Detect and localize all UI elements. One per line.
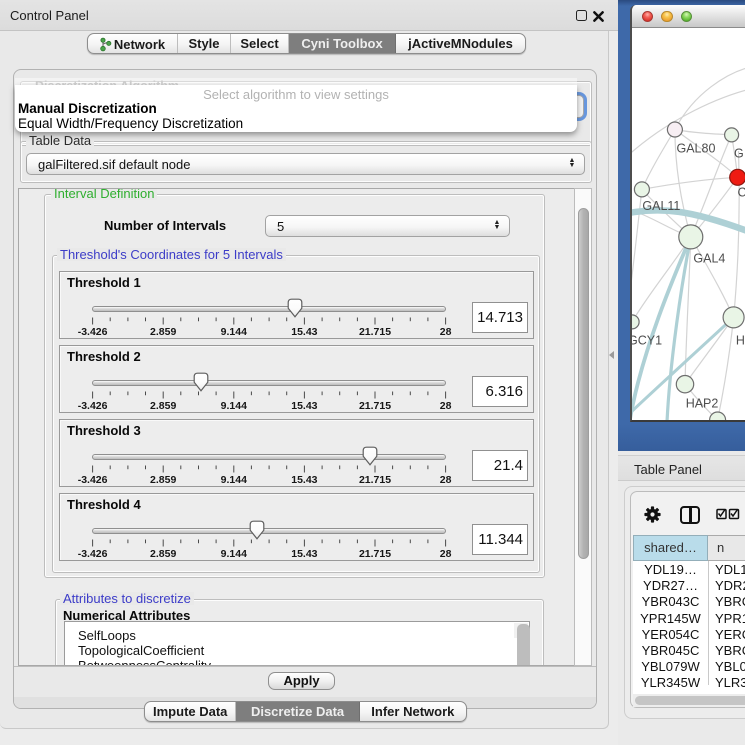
svg-text:G: G	[734, 147, 744, 161]
svg-text:H: H	[736, 334, 745, 348]
svg-text:GCY1: GCY1	[632, 334, 662, 348]
svg-text:C: C	[738, 186, 745, 200]
svg-text:GAL11: GAL11	[642, 199, 680, 213]
svg-text:GAL80: GAL80	[677, 141, 716, 155]
svg-text:HAP2: HAP2	[686, 396, 719, 410]
svg-text:GAL4: GAL4	[693, 251, 725, 265]
